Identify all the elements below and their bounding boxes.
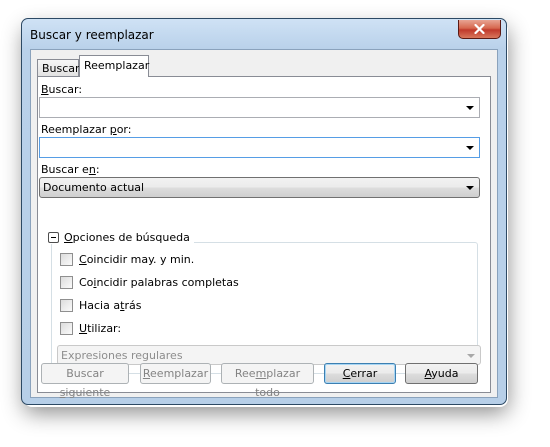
help-button[interactable]: Ayuda (405, 363, 478, 384)
tab-reemplazar[interactable]: Reemplazar (79, 55, 149, 77)
close-window-button[interactable] (458, 20, 501, 39)
use-label: Utilizar: (79, 322, 122, 335)
window-title: Buscar y reemplazar (30, 28, 154, 42)
search-options-title: Opciones de búsqueda (64, 231, 190, 244)
search-options-header[interactable]: Opciones de búsqueda (48, 231, 194, 244)
whole-words-label: Coincidir palabras completas (79, 276, 239, 289)
search-backwards-option[interactable]: Hacia atrás (60, 299, 141, 312)
use-type-value: Expresiones regulares (61, 349, 183, 362)
search-options-group: Coincidir may. y min. Coincidir palabras… (51, 242, 481, 374)
replace-combobox[interactable] (39, 137, 480, 158)
find-next-button[interactable]: Buscar siguiente (41, 363, 129, 399)
chevron-down-icon[interactable] (466, 106, 474, 110)
replace-button[interactable]: Reemplazar (140, 363, 211, 384)
search-backwards-label: Hacia atrás (79, 299, 142, 312)
tab-panel-reemplazar: Buscar: Reemplazar por: Buscar en: Docum… (37, 76, 491, 399)
replace-label: Reemplazar por: (41, 123, 132, 136)
find-combobox[interactable] (39, 97, 480, 118)
match-case-option[interactable]: Coincidir may. y min. (60, 253, 194, 266)
dialog-client-area: Buscar Reemplazar Buscar: Reemplazar por… (30, 49, 498, 399)
match-case-label: Coincidir may. y min. (79, 253, 195, 266)
tab-reemplazar-label: Reemplazar (84, 59, 150, 72)
whole-words-option[interactable]: Coincidir palabras completas (60, 276, 239, 289)
use-checkbox[interactable] (60, 322, 73, 335)
use-type-select[interactable]: Expresiones regulares (57, 345, 481, 365)
search-backwards-checkbox[interactable] (60, 299, 73, 312)
find-label: Buscar: (41, 83, 83, 96)
collapse-minus-icon[interactable] (48, 232, 59, 243)
look-in-value: Documento actual (43, 181, 145, 194)
use-option[interactable]: Utilizar: (60, 322, 121, 335)
look-in-select[interactable]: Documento actual (39, 177, 480, 198)
tab-buscar[interactable]: Buscar (37, 59, 80, 76)
whole-words-checkbox[interactable] (60, 276, 73, 289)
chevron-down-icon[interactable] (466, 146, 474, 150)
tab-buscar-label: Buscar (42, 62, 80, 75)
look-in-label: Buscar en: (41, 163, 100, 176)
dialog-window: Buscar y reemplazar Buscar Reemplazar Bu… (21, 18, 507, 405)
chevron-down-icon[interactable] (466, 186, 474, 190)
match-case-checkbox[interactable] (60, 253, 73, 266)
close-button[interactable]: Cerrar (324, 363, 396, 384)
replace-all-button[interactable]: Reemplazar todo (221, 363, 314, 399)
close-x-icon (474, 24, 485, 34)
chevron-down-icon[interactable] (467, 354, 475, 358)
